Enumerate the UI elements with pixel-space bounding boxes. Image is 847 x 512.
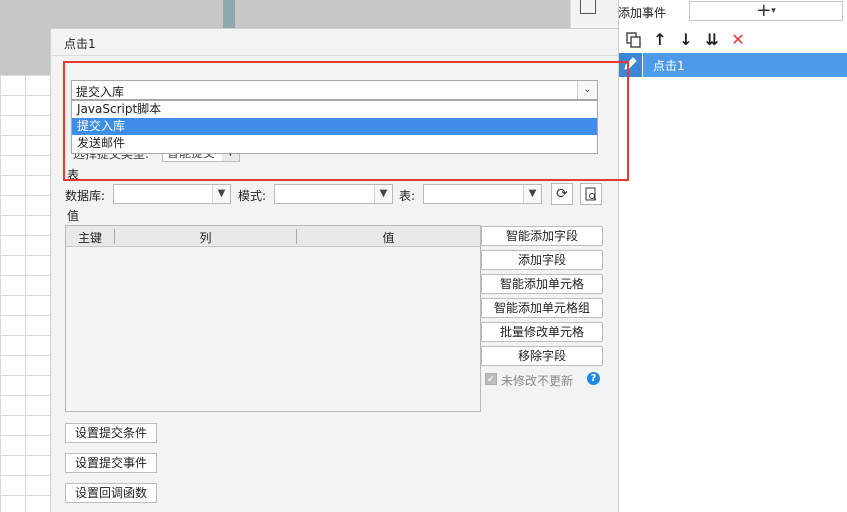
- help-icon[interactable]: ?: [587, 372, 600, 385]
- no-update-checkbox[interactable]: ✓: [485, 373, 497, 385]
- dropdown-option-email[interactable]: 发送邮件: [72, 135, 597, 152]
- action-type-select[interactable]: [71, 80, 598, 100]
- table-label: 表:: [399, 189, 416, 203]
- dropdown-option-javascript[interactable]: JavaScript脚本: [72, 101, 597, 118]
- set-submit-event-button[interactable]: 设置提交事件: [65, 453, 157, 473]
- chevron-down-icon[interactable]: ▼: [523, 185, 541, 203]
- dropdown-option-submit[interactable]: 提交入库: [72, 118, 597, 135]
- preview-table-icon[interactable]: [580, 183, 602, 205]
- value-section-label: 值: [67, 209, 80, 223]
- remove-field-button[interactable]: 移除字段: [481, 346, 603, 366]
- refresh-icon[interactable]: ⟳: [551, 183, 573, 205]
- event-item-label: 点击1: [653, 59, 685, 73]
- arrow-up-icon[interactable]: ↑: [651, 30, 669, 50]
- move-bottom-icon[interactable]: ⇊: [703, 30, 721, 50]
- arrow-down-icon[interactable]: ↓: [677, 30, 695, 50]
- set-callback-button[interactable]: 设置回调函数: [65, 483, 157, 503]
- dialog-separator: [50, 55, 618, 56]
- set-submit-condition-button[interactable]: 设置提交条件: [65, 423, 157, 443]
- copy-icon[interactable]: [625, 30, 643, 50]
- add-event-button[interactable]: +▾: [689, 1, 843, 21]
- panel-icon[interactable]: [580, 0, 596, 14]
- action-type-value: 提交入库: [76, 85, 125, 99]
- table-section-label: 表: [67, 168, 80, 182]
- smart-add-cell-group-button[interactable]: 智能添加单元格组: [481, 298, 603, 318]
- column-header-column: 列: [199, 231, 212, 245]
- delete-icon[interactable]: ✕: [729, 30, 747, 50]
- smart-add-cell-button[interactable]: 智能添加单元格: [481, 274, 603, 294]
- chevron-down-icon[interactable]: ⌄: [577, 81, 597, 99]
- event-list: [619, 53, 847, 512]
- mode-label: 模式:: [238, 189, 267, 203]
- edit-icon[interactable]: [619, 53, 643, 77]
- no-update-label: 未修改不更新: [501, 374, 574, 388]
- batch-modify-cell-button[interactable]: 批量修改单元格: [481, 322, 603, 342]
- add-field-button[interactable]: 添加字段: [481, 250, 603, 270]
- column-header-key: 主键: [77, 231, 102, 245]
- column-header-value: 值: [382, 231, 395, 245]
- spreadsheet-grid: [0, 75, 50, 512]
- chevron-down-icon[interactable]: ▼: [212, 185, 230, 203]
- database-label: 数据库:: [65, 189, 106, 203]
- smart-add-field-button[interactable]: 智能添加字段: [481, 226, 603, 246]
- field-table: [65, 225, 481, 412]
- dialog-title: 点击1: [64, 37, 96, 51]
- event-panel-title: 添加事件: [618, 6, 667, 20]
- chevron-down-icon[interactable]: ▼: [374, 185, 392, 203]
